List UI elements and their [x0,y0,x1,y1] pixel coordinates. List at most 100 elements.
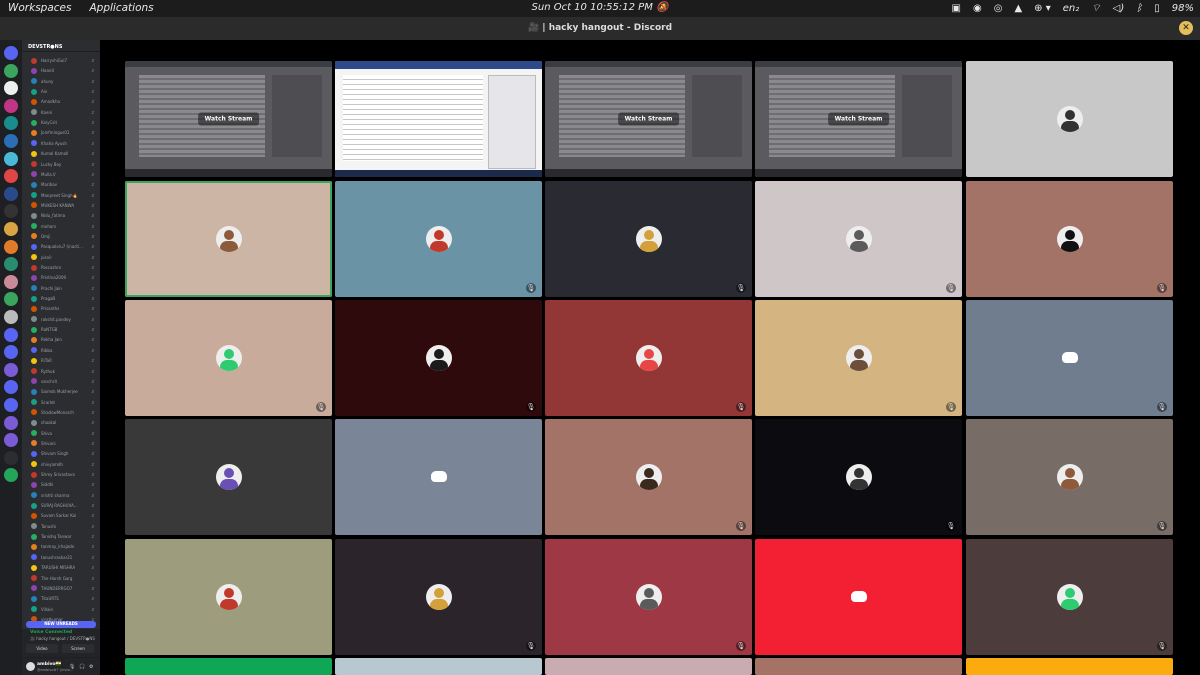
drive-tray-icon[interactable]: ▲ [1014,3,1022,14]
screen-share-tile[interactable]: Watch Stream [125,61,332,177]
voice-member[interactable]: tanmay_khajade ⇵ [31,542,99,551]
voice-member[interactable]: Kaeni ⇵ [31,108,99,117]
clock[interactable]: Sun Oct 10 10:55:12 PM [532,2,653,13]
server-icon[interactable] [4,292,18,307]
server-icon[interactable] [4,415,18,430]
voice-member[interactable]: KaiyCsit ⇵ [31,118,99,127]
server-icon[interactable] [4,204,18,219]
server-icon[interactable] [4,310,18,324]
screen-share-tile[interactable]: Watch Stream [545,61,752,177]
voice-member[interactable]: Saimds Mukherjee ⇵ [31,387,99,396]
voice-member[interactable]: RiTaR ⇵ [31,356,99,365]
voice-member[interactable]: Prachi Jain ⇵ [31,284,99,293]
participant-tile[interactable] [966,61,1173,177]
close-window-button[interactable]: ✕ [1179,21,1193,35]
accessibility-icon[interactable]: ⊕ ▾ [1034,3,1051,14]
voice-member[interactable]: Maribav ⇵ [31,180,99,189]
participant-tile[interactable] [755,539,962,655]
voice-member[interactable]: Tanishq Tanwar ⇵ [31,532,99,541]
server-icon[interactable] [4,186,18,201]
server-icon[interactable] [4,98,18,113]
voice-member[interactable]: Ain ⇵ [31,87,99,96]
server-icon[interactable] [4,222,18,236]
participant-tile[interactable]: 🎙 [755,419,962,535]
voice-member[interactable]: Manpreet Singh🔥 ⇵ [31,191,99,200]
mic-icon[interactable]: 🎙 [69,664,75,670]
avatar[interactable] [26,662,35,671]
server-icon[interactable] [4,450,18,465]
server-icon[interactable] [4,151,18,166]
voice-member[interactable]: Haanit ⇵ [31,66,99,75]
voice-member[interactable]: Lucky Boy ⇵ [31,160,99,169]
watch-stream-button[interactable]: Watch Stream [617,112,680,126]
voice-member[interactable]: Shivam Singh ⇵ [31,449,99,458]
voice-member[interactable]: Shrey Srivastava ⇵ [31,470,99,479]
screen-share-tile[interactable]: Watch Stream [755,61,962,177]
voice-member[interactable]: Villain ⇵ [31,605,99,614]
screencast-icon[interactable]: ▣ [952,3,961,14]
participant-tile[interactable]: 🎙 [755,300,962,416]
server-icon[interactable] [4,169,18,184]
server-icon[interactable] [4,116,18,131]
participant-tile[interactable]: 🎙 [545,539,752,655]
chrome-tray-icon[interactable]: ◎ [994,3,1003,14]
participant-tile[interactable]: 🎙 [335,539,542,655]
voice-member[interactable]: Prisanths ⇵ [31,304,99,313]
voice-member[interactable]: Omji ⇵ [31,232,99,241]
server-icon[interactable] [4,345,18,360]
server-name[interactable]: DEVSTR●NS [22,40,100,52]
participant-tile[interactable]: 🎙 [966,181,1173,297]
participant-tile[interactable] [125,419,332,535]
voice-member[interactable]: srishti sharma ⇵ [31,491,99,500]
participant-tile[interactable]: 🎙 [335,300,542,416]
volume-icon[interactable]: ◁) [1113,3,1125,14]
settings-gear-icon[interactable]: ⚙ [89,664,93,670]
voice-member[interactable]: Pristina2009 ⇵ [31,273,99,282]
participant-tile[interactable] [125,658,332,675]
server-icon[interactable] [4,257,18,272]
participant-tile[interactable] [125,539,332,655]
voice-member[interactable]: tanushraskar21 ⇵ [31,553,99,562]
participant-tile[interactable] [335,419,542,535]
voice-member[interactable]: The Harsh Garg ⇵ [31,574,99,583]
bluetooth-icon[interactable]: ᛒ [1136,3,1142,14]
voice-member[interactable]: Ribba ⇵ [31,346,99,355]
voice-member[interactable]: Shivani ⇵ [31,439,99,448]
screen-share-button[interactable]: Screen [62,644,94,653]
voice-member[interactable]: Scarlet ⇵ [31,398,99,407]
battery-level[interactable]: 98% [1172,3,1194,14]
server-icon[interactable] [4,398,18,412]
voice-member[interactable]: Shiva ⇵ [31,429,99,438]
voice-member[interactable]: ShadowMonarch ⇵ [31,408,99,417]
participant-tile[interactable]: 🎙 [755,181,962,297]
voice-member[interactable]: sanchrit ⇵ [31,377,99,386]
server-icon[interactable] [4,274,18,289]
voice-member[interactable]: Nidu_fatima ⇵ [31,211,99,220]
voice-member[interactable]: Rekha Jain ⇵ [31,335,99,344]
voice-member[interactable]: TitaURTS ⇵ [31,594,99,603]
voice-member[interactable]: Siddhi ⇵ [31,480,99,489]
voice-member[interactable]: Rythuk ⇵ [31,367,99,376]
screen-share-tile[interactable] [335,61,542,177]
participant-tile[interactable]: 🎙 [545,300,752,416]
server-icon[interactable] [4,63,18,78]
participant-tile[interactable]: 🎙 [125,300,332,416]
server-icon[interactable] [4,362,18,377]
server-icon[interactable] [4,380,18,395]
server-icon[interactable] [4,46,18,60]
voice-member[interactable]: Khaha Ayush ⇵ [31,139,99,148]
voice-member[interactable]: Suvam Sarkar Koi ⇵ [31,511,99,520]
watch-stream-button[interactable]: Watch Stream [197,112,260,126]
voice-member[interactable]: ahuny ⇵ [31,77,99,86]
server-icon[interactable] [4,468,18,483]
discord-tray-icon[interactable]: ◉ [973,3,982,14]
watch-stream-button[interactable]: Watch Stream [827,112,890,126]
participant-tile[interactable]: 🎙 [335,181,542,297]
participant-tile[interactable] [545,658,752,675]
participant-tile[interactable] [335,658,542,675]
participant-tile[interactable]: 🎙 [545,181,752,297]
server-icon[interactable] [4,327,18,342]
notifications-off-icon[interactable]: 🔕 [656,2,668,13]
voice-member[interactable]: rakshit.pandey ⇵ [31,315,99,324]
voice-member[interactable]: mohars ⇵ [31,222,99,231]
